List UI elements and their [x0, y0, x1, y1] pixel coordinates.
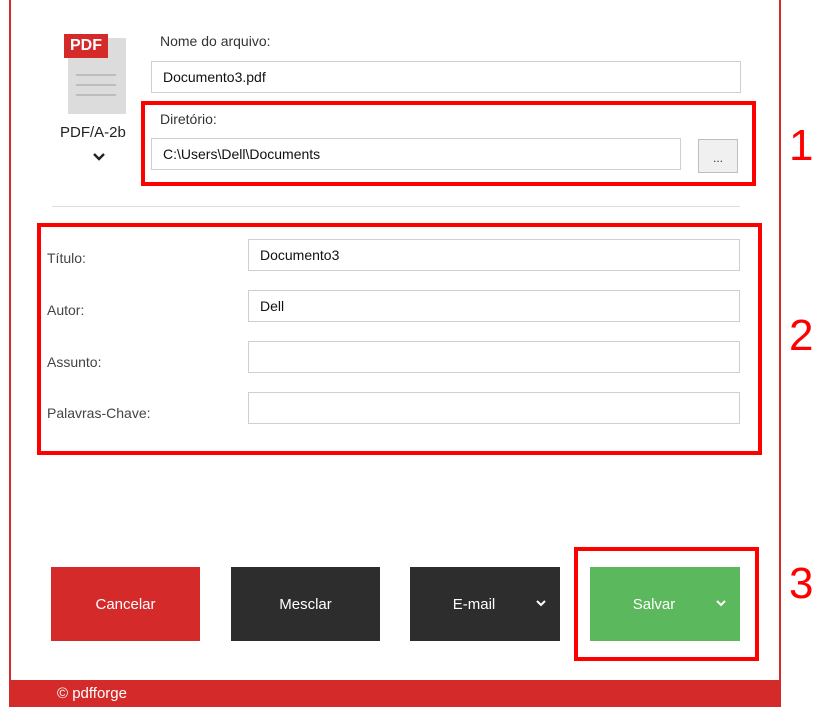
annotation-number-1: 1 — [789, 121, 814, 170]
footer-brand: © pdfforge — [9, 680, 781, 707]
merge-button[interactable]: Mesclar — [231, 567, 380, 641]
cancel-button[interactable]: Cancelar — [51, 567, 200, 641]
annotation-box-2 — [37, 223, 762, 455]
pdf-page-line — [76, 94, 116, 96]
pdf-badge: PDF — [64, 34, 108, 58]
chevron-down-icon[interactable] — [90, 148, 108, 166]
separator — [52, 206, 740, 207]
annotation-box-1 — [141, 101, 756, 186]
pdf-page-line — [76, 84, 116, 86]
file-name-label: Nome do arquivo: — [160, 33, 271, 49]
window-border-right — [779, 0, 781, 680]
window-border-left — [9, 0, 11, 680]
email-button[interactable]: E-mail — [410, 567, 560, 641]
cancel-button-label: Cancelar — [95, 595, 156, 613]
chevron-down-icon[interactable] — [534, 596, 548, 610]
pdf-file-icon[interactable]: PDF — [64, 34, 130, 114]
annotation-number-3: 3 — [789, 559, 814, 608]
file-name-input[interactable]: Documento3.pdf — [151, 61, 741, 93]
profile-name[interactable]: PDF/A-2b — [60, 124, 126, 141]
pdf-page-line — [76, 74, 116, 76]
annotation-number-2: 2 — [789, 311, 814, 360]
email-button-label: E-mail — [452, 595, 496, 613]
annotation-box-3 — [574, 547, 759, 661]
merge-button-label: Mesclar — [279, 595, 332, 613]
